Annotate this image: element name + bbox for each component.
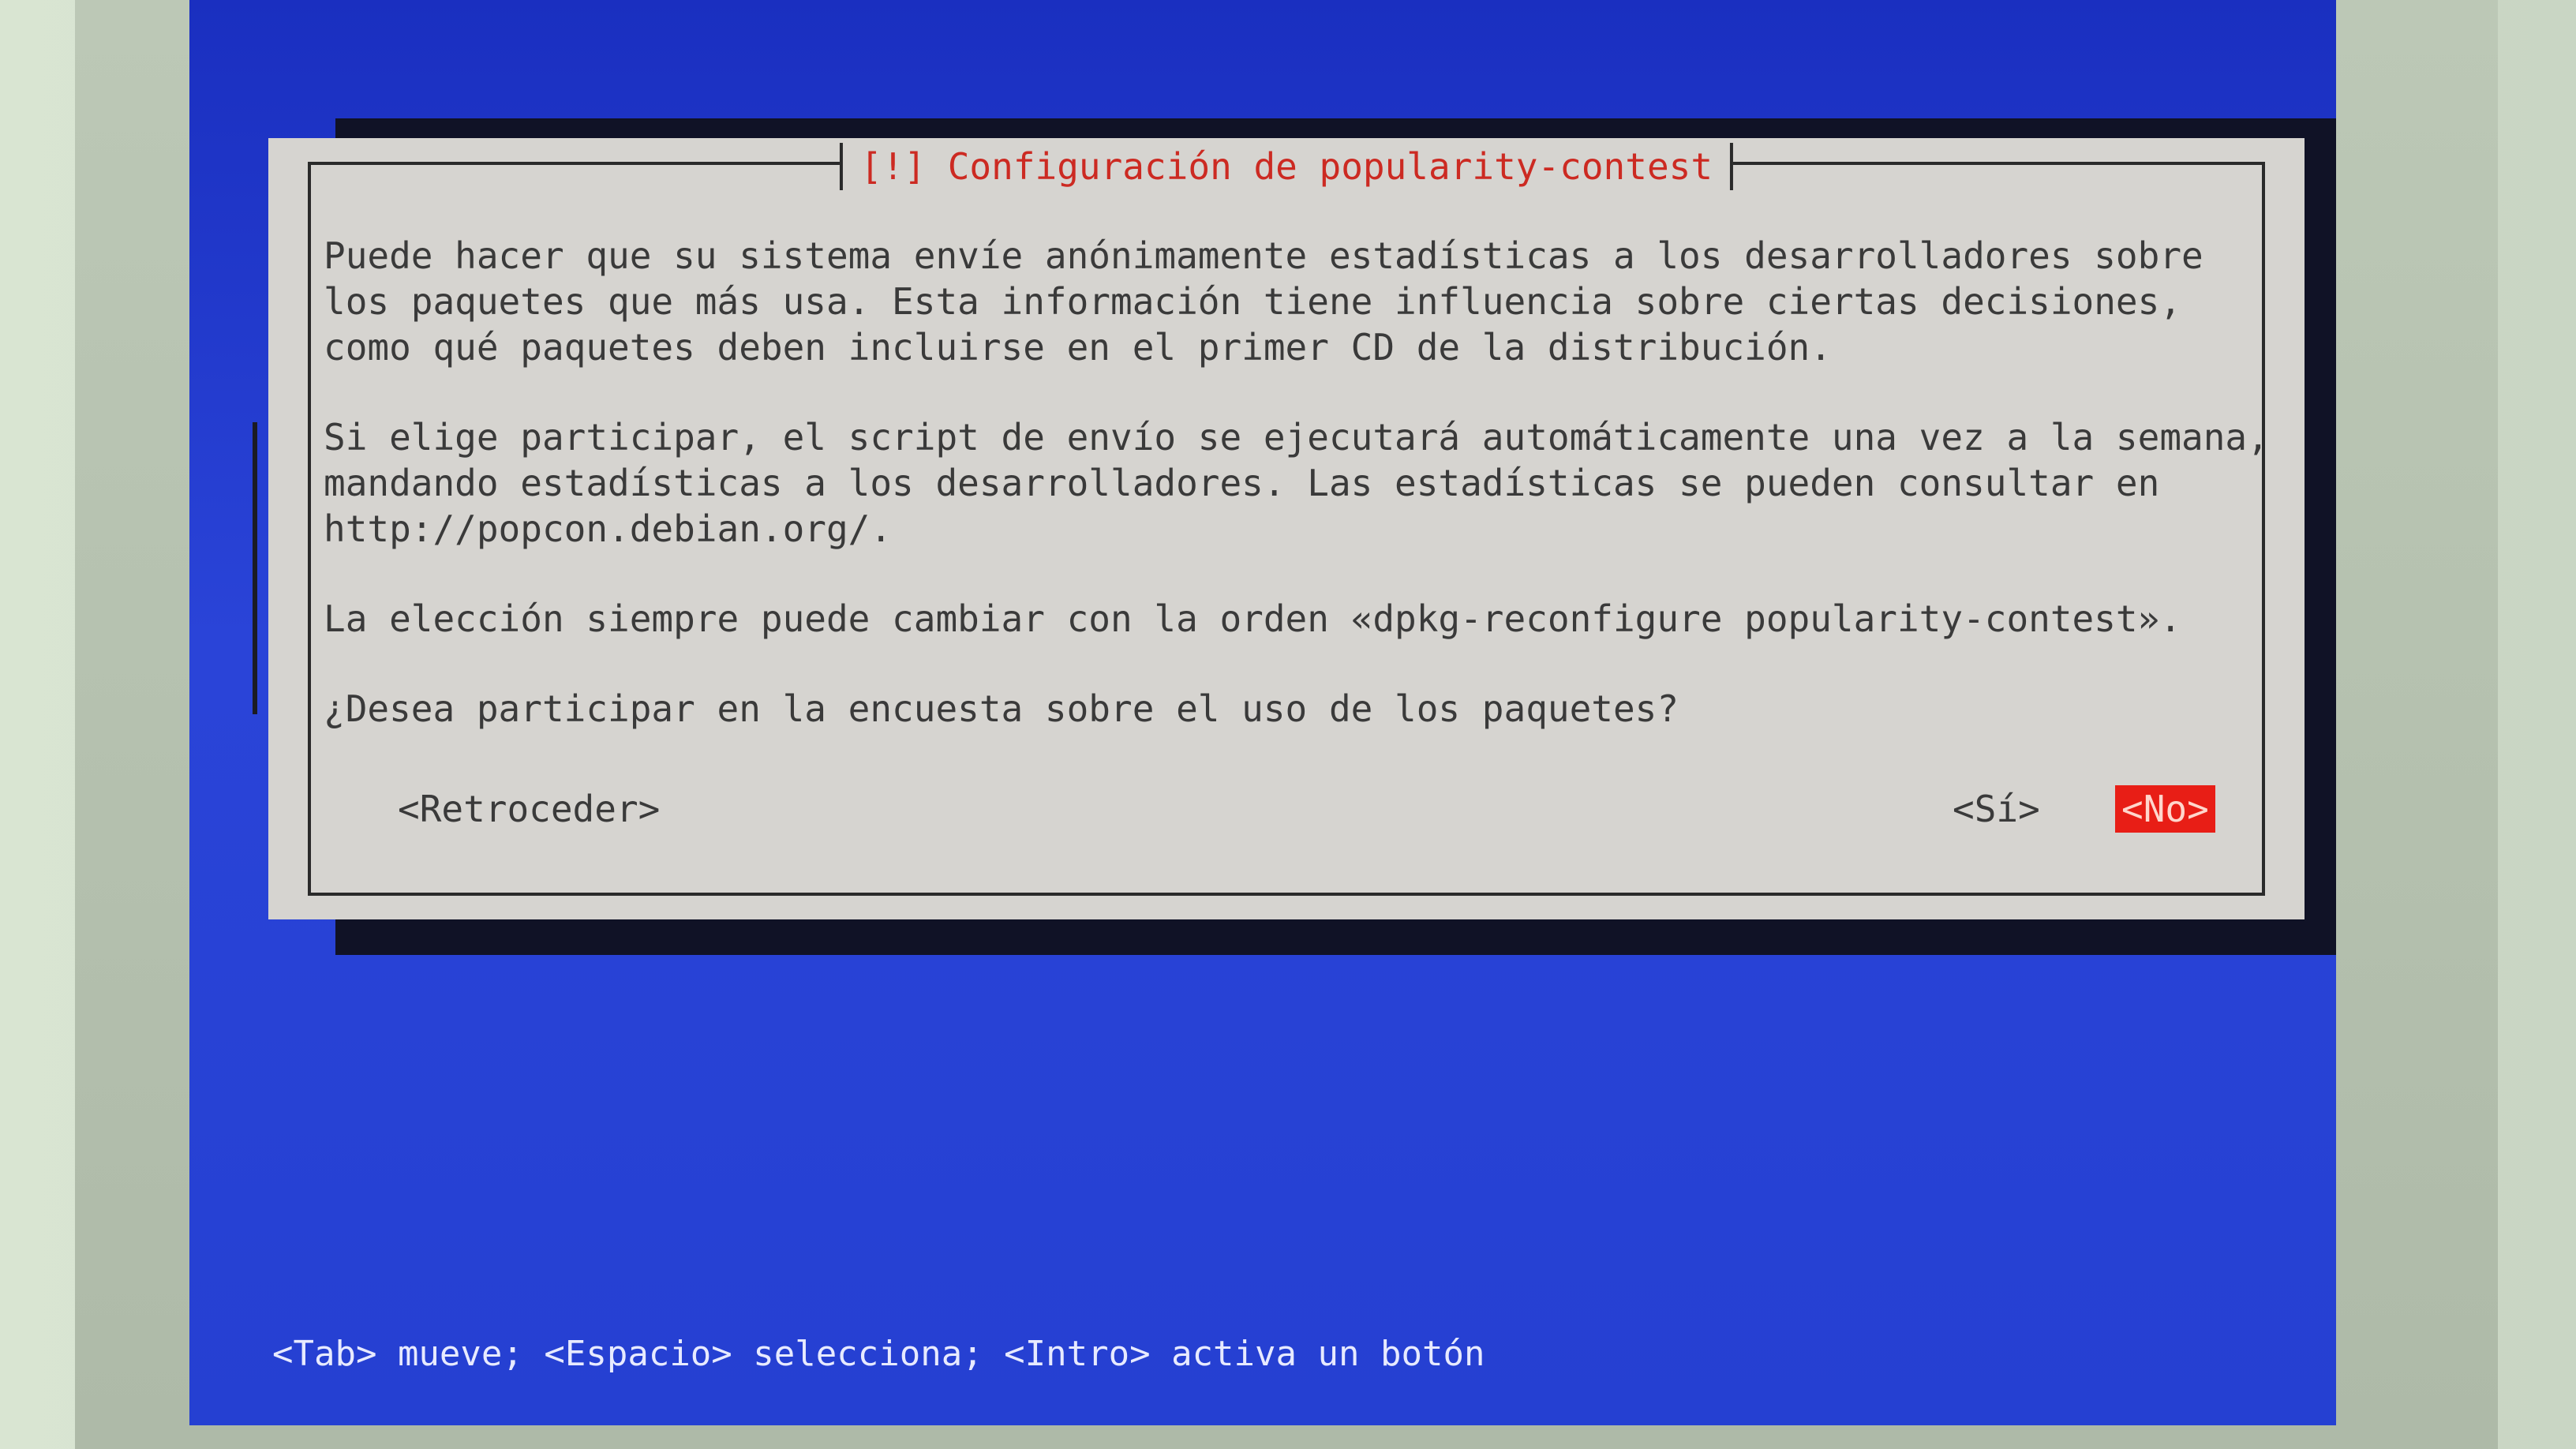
back-button[interactable]: <Retroceder> <box>395 785 663 833</box>
background-window-edge <box>253 422 257 714</box>
dialog-content: Puede hacer que su sistema envíe anónima… <box>324 233 2273 732</box>
description-paragraph-2: Si elige participar, el script de envío … <box>324 416 2269 550</box>
installer-screen: [!] Configuración de popularity-contest … <box>189 0 2336 1425</box>
yes-button[interactable]: <Sí> <box>1949 785 2043 833</box>
dialog-title: [!] Configuración de popularity-contest <box>839 143 1734 190</box>
description-paragraph-1: Puede hacer que su sistema envíe anónima… <box>324 234 2203 369</box>
participation-question: ¿Desea participar en la encuesta sobre e… <box>324 687 1679 730</box>
keyboard-help-status-bar: <Tab> mueve; <Espacio> selecciona; <Intr… <box>272 1334 1485 1374</box>
description-paragraph-3: La elección siempre puede cambiar con la… <box>324 597 2182 640</box>
popularity-contest-dialog: [!] Configuración de popularity-contest … <box>268 138 2305 919</box>
no-button[interactable]: <No> <box>2115 785 2215 833</box>
dialog-buttons: <Retroceder> <Sí> <No> <box>268 785 2305 841</box>
